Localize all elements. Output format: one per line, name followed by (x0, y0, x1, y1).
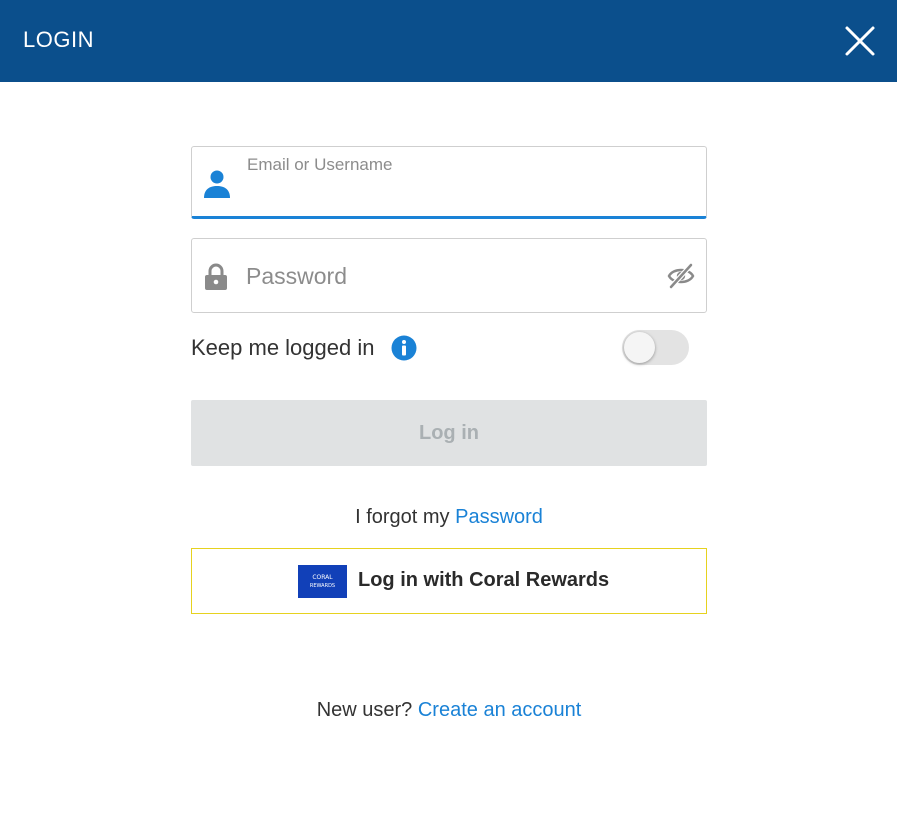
keep-logged-in-toggle[interactable] (622, 330, 689, 365)
close-icon (845, 26, 875, 56)
password-input[interactable] (246, 259, 646, 293)
password-field[interactable] (191, 238, 707, 313)
forgot-password-row: I forgot my Password (191, 506, 707, 529)
user-icon (203, 169, 231, 204)
page-title: LOGIN (23, 27, 94, 52)
new-user-prefix: New user? (316, 699, 418, 721)
eye-slash-icon (667, 263, 695, 289)
keep-logged-in-label: Keep me logged in (191, 335, 375, 360)
svg-text:CORAL: CORAL (312, 574, 333, 581)
toggle-knob (624, 332, 655, 363)
keep-logged-in-row: Keep me logged in (191, 330, 707, 366)
email-label: Email or Username (247, 155, 393, 174)
coral-rewards-label: Log in with Coral Rewards (358, 569, 610, 591)
create-account-link[interactable]: Create an account (418, 699, 581, 721)
forgot-prefix: I forgot my (355, 506, 456, 528)
modal-header: LOGIN (0, 0, 897, 82)
login-button[interactable]: Log in (191, 400, 707, 466)
email-input[interactable] (246, 179, 686, 209)
close-button[interactable] (840, 21, 880, 61)
lock-icon (203, 263, 229, 296)
svg-text:REWARDS: REWARDS (310, 583, 335, 589)
forgot-password-link[interactable]: Password (455, 506, 543, 528)
show-password-toggle[interactable] (667, 263, 695, 294)
new-user-row: New user? Create an account (191, 699, 707, 722)
email-field[interactable]: Email or Username (191, 146, 707, 219)
coral-rewards-login-button[interactable]: CORAL REWARDS Log in with Coral Rewards (191, 548, 707, 614)
info-icon[interactable] (391, 335, 417, 366)
coral-rewards-logo: CORAL REWARDS (298, 565, 347, 598)
